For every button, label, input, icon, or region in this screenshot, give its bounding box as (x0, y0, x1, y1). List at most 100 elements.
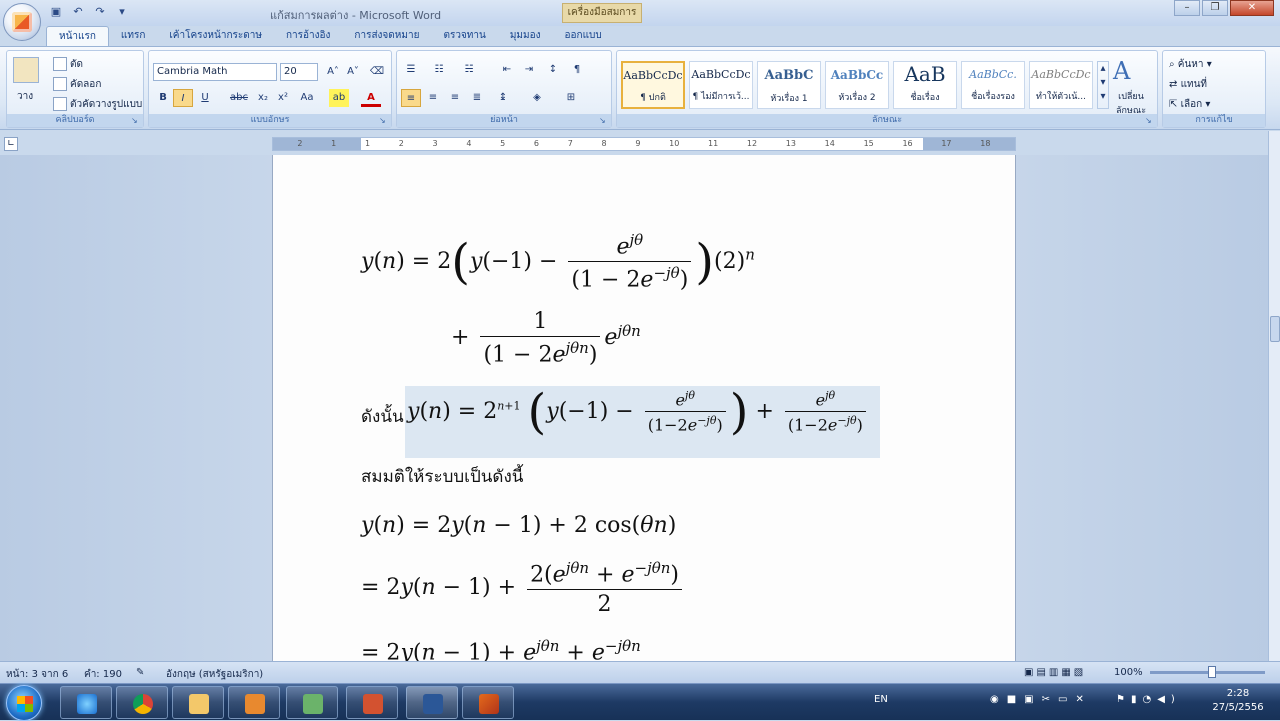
superscript-icon[interactable]: x² (273, 89, 293, 107)
taskbar-ie[interactable] (60, 686, 112, 719)
underline-icon[interactable]: U (195, 89, 215, 107)
format-painter-button[interactable]: ตัวคัดวางรูปแบบ (53, 97, 142, 112)
increase-indent-icon[interactable]: ⇥ (519, 61, 539, 79)
taskbar-network-app[interactable] (286, 686, 338, 719)
input-language[interactable]: EN (874, 694, 888, 705)
style-no-spacing[interactable]: AaBbCcDc ¶ ไม่มีการเว้... (689, 61, 753, 109)
subscript-icon[interactable]: x₂ (253, 89, 273, 107)
decrease-indent-icon[interactable]: ⇤ (497, 61, 517, 79)
clock[interactable]: 2:28 27/5/2556 (1208, 687, 1268, 715)
word-count[interactable]: คำ: 190 (84, 667, 122, 682)
font-color-icon[interactable]: A (361, 89, 381, 107)
dialog-launcher-icon[interactable]: ↘ (131, 116, 141, 126)
dialog-launcher-icon[interactable]: ↘ (1145, 116, 1155, 126)
replace-button[interactable]: ⇄ แทนที่ (1169, 77, 1207, 92)
language-indicator[interactable]: อังกฤษ (สหรัฐอเมริกา) (166, 667, 263, 682)
vertical-scrollbar[interactable] (1268, 131, 1280, 661)
equation-2[interactable]: y(n) = 2n+1 (y(−1) − ejθ (1−2e−jθ)) + ejθ… (407, 388, 870, 436)
style-normal[interactable]: AaBbCcDc ¶ ปกติ (621, 61, 685, 109)
line-spacing-icon[interactable]: ↨ (493, 89, 513, 107)
font-size-combo[interactable]: 20 (280, 63, 318, 81)
powerpoint-icon (363, 694, 383, 714)
style-subtle-emphasis[interactable]: AaBbCcDc ทำให้ตัวเน้... (1029, 61, 1093, 109)
clear-format-icon[interactable]: ⌫ (367, 63, 387, 81)
align-left-icon[interactable]: ≡ (401, 89, 421, 107)
paste-button[interactable]: วาง (17, 89, 33, 104)
system-tray-icons[interactable]: ⚑▮◔◀) (1116, 694, 1181, 705)
strikethrough-icon[interactable]: abc (229, 89, 249, 107)
multilevel-list-icon[interactable]: ☵ (459, 61, 479, 79)
paste-icon[interactable] (13, 57, 39, 83)
tab-page-layout[interactable]: เค้าโครงหน้ากระดาษ (157, 26, 274, 46)
style-subtitle[interactable]: AaBbCc. ชื่อเรื่องรอง (961, 61, 1025, 109)
bold-icon[interactable]: B (153, 89, 173, 107)
page-count[interactable]: หน้า: 3 จาก 6 (6, 667, 68, 682)
equation-1-line-2[interactable]: + 1 (1 − 2ejθn) ejθn (451, 309, 641, 367)
scroll-thumb[interactable] (1270, 316, 1280, 342)
proofing-icon[interactable]: ✎ (136, 667, 144, 678)
font-name-combo[interactable]: Cambria Math (153, 63, 277, 81)
justify-icon[interactable]: ≣ (467, 89, 487, 107)
tab-review[interactable]: ตรวจทาน (431, 26, 497, 46)
taskbar-explorer[interactable] (172, 686, 224, 719)
equation-1-line-1[interactable]: y(n) = 2(y(−1) − ejθ (1 − 2e−jθ))(2)n (361, 231, 755, 293)
document-page[interactable]: y(n) = 2(y(−1) − ejθ (1 − 2e−jθ))(2)n + 1… (272, 155, 1016, 661)
tab-selector-icon[interactable]: ∟ (4, 137, 18, 151)
style-heading-2[interactable]: AaBbCc หัวเรื่อง 2 (825, 61, 889, 109)
grow-font-icon[interactable]: A˄ (323, 63, 343, 81)
taskbar-media[interactable] (228, 686, 280, 719)
style-title[interactable]: AaB ชื่อเรื่อง (893, 61, 957, 109)
bullets-icon[interactable]: ☰ (401, 61, 421, 79)
style-heading-1[interactable]: AaBbC หัวเรื่อง 1 (757, 61, 821, 109)
italic-icon[interactable]: I (173, 89, 193, 107)
dialog-launcher-icon[interactable]: ↘ (599, 116, 609, 126)
find-button[interactable]: ⌕ ค้นหา ▾ (1169, 57, 1212, 72)
restore-button[interactable]: ❐ (1202, 0, 1228, 16)
tab-design[interactable]: ออกแบบ (553, 26, 614, 46)
show-marks-icon[interactable]: ¶ (567, 61, 587, 79)
shading-icon[interactable]: ◈ (527, 89, 547, 107)
numbering-icon[interactable]: ☷ (429, 61, 449, 79)
sort-icon[interactable]: ↕ (543, 61, 563, 79)
tab-insert[interactable]: แทรก (109, 26, 157, 46)
horizontal-ruler[interactable]: 2 1 1 2 3 4 5 6 7 8 9 10 11 12 13 14 15 … (272, 137, 1016, 151)
change-case-icon[interactable]: Aa (297, 89, 317, 107)
undo-icon[interactable]: ↶ (70, 4, 86, 20)
office-button[interactable] (3, 3, 41, 41)
styles-scroll-icon[interactable]: ▴ ▾ ▾ (1097, 61, 1109, 109)
ribbon-tabs: หน้าแรก แทรก เค้าโครงหน้ากระดาษ การอ้างอ… (46, 26, 614, 46)
recorder-controls[interactable]: ◉■▣✂▭✕ (990, 694, 1092, 705)
tab-mailings[interactable]: การส่งจดหมาย (342, 26, 431, 46)
highlight-icon[interactable]: ab (329, 89, 349, 107)
shrink-font-icon[interactable]: A˅ (343, 63, 363, 81)
select-button[interactable]: ⇱ เลือก ▾ (1169, 97, 1210, 112)
taskbar-chrome[interactable] (116, 686, 168, 719)
zoom-level[interactable]: 100% (1114, 667, 1143, 678)
align-center-icon[interactable]: ≡ (423, 89, 443, 107)
tab-references[interactable]: การอ้างอิง (274, 26, 342, 46)
change-styles-icon[interactable]: A (1113, 57, 1130, 85)
align-right-icon[interactable]: ≡ (445, 89, 465, 107)
customize-toolbar-icon[interactable]: ▾ (114, 4, 130, 20)
change-styles-button[interactable]: เปลี่ยน ลักษณะ (1109, 89, 1153, 117)
taskbar-powerpoint[interactable] (346, 686, 398, 719)
zoom-slider-knob[interactable] (1208, 666, 1216, 678)
minimize-button[interactable]: – (1174, 0, 1200, 16)
tab-view[interactable]: มุมมอง (498, 26, 553, 46)
borders-icon[interactable]: ⊞ (561, 89, 581, 107)
styles-group: AaBbCcDc ¶ ปกติ AaBbCcDc ¶ ไม่มีการเว้... … (616, 50, 1158, 128)
equation-4[interactable]: = 2y(n − 1) + 2(ejθn + e−jθn) 2 (361, 559, 686, 617)
equation-5[interactable]: = 2y(n − 1) + ejθn + e−jθn (361, 637, 641, 661)
taskbar-word[interactable] (406, 686, 458, 719)
tab-home[interactable]: หน้าแรก (46, 26, 109, 46)
dialog-launcher-icon[interactable]: ↘ (379, 116, 389, 126)
view-buttons[interactable]: ▣▤▥▦▧ (1024, 667, 1086, 678)
close-button[interactable]: ✕ (1230, 0, 1274, 16)
copy-button[interactable]: คัดลอก (53, 77, 101, 92)
equation-3[interactable]: y(n) = 2y(n − 1) + 2 cos(θn) (361, 513, 676, 538)
save-icon[interactable]: ▣ (48, 4, 64, 20)
redo-icon[interactable]: ↷ (92, 4, 108, 20)
start-button[interactable] (6, 685, 42, 721)
taskbar-matlab[interactable] (462, 686, 514, 719)
cut-button[interactable]: ตัด (53, 57, 83, 72)
